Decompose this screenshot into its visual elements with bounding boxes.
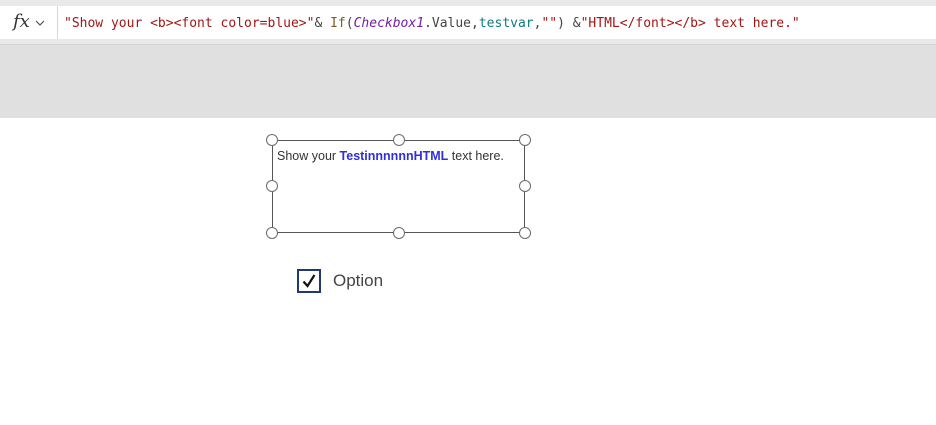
checkmark-icon bbox=[302, 274, 316, 288]
formula-token: ( bbox=[345, 16, 354, 31]
resize-handle-bottom-left[interactable] bbox=[266, 227, 278, 239]
chevron-down-icon bbox=[35, 20, 45, 26]
resize-handle-middle-left[interactable] bbox=[266, 180, 278, 192]
formula-token: .Value, bbox=[424, 16, 479, 31]
fx-icon: fx bbox=[13, 11, 30, 32]
formula-input[interactable]: "Show your <b><font color=blue>"& If(Che… bbox=[58, 6, 936, 39]
formula-bar: fx "Show your <b><font color=blue>"& If(… bbox=[0, 0, 936, 45]
formula-token: & bbox=[314, 16, 331, 31]
formula-token: Checkbox1 bbox=[353, 16, 425, 31]
formula-token: testvar bbox=[478, 16, 534, 31]
option-checkbox[interactable]: Option bbox=[297, 269, 407, 295]
html-text-suffix: text here. bbox=[448, 149, 504, 163]
formula-token: "Show your <b><font color=blue>" bbox=[64, 16, 315, 31]
canvas-header-band bbox=[0, 45, 936, 118]
html-text-control[interactable]: Show your TestinnnnnnHTML text here. bbox=[272, 140, 525, 233]
resize-handle-bottom-right[interactable] bbox=[519, 227, 531, 239]
resize-handle-bottom-center[interactable] bbox=[393, 227, 405, 239]
fx-dropdown-button[interactable]: fx bbox=[0, 6, 58, 39]
formula-token: "HTML</font></b> text here." bbox=[580, 16, 800, 31]
resize-handle-top-left[interactable] bbox=[266, 134, 278, 146]
html-text-content: Show your TestinnnnnnHTML text here. bbox=[277, 147, 517, 165]
html-text-prefix: Show your bbox=[277, 149, 340, 163]
formula-token: "" bbox=[541, 16, 558, 31]
html-text-bold: TestinnnnnnHTML bbox=[339, 149, 449, 163]
resize-handle-middle-right[interactable] bbox=[519, 180, 531, 192]
formula-token: ) & bbox=[557, 16, 581, 31]
resize-handle-top-center[interactable] bbox=[393, 134, 405, 146]
checkbox-box[interactable] bbox=[297, 269, 321, 293]
resize-handle-top-right[interactable] bbox=[519, 134, 531, 146]
formula-token: If bbox=[330, 16, 346, 31]
checkbox-label: Option bbox=[333, 271, 384, 290]
